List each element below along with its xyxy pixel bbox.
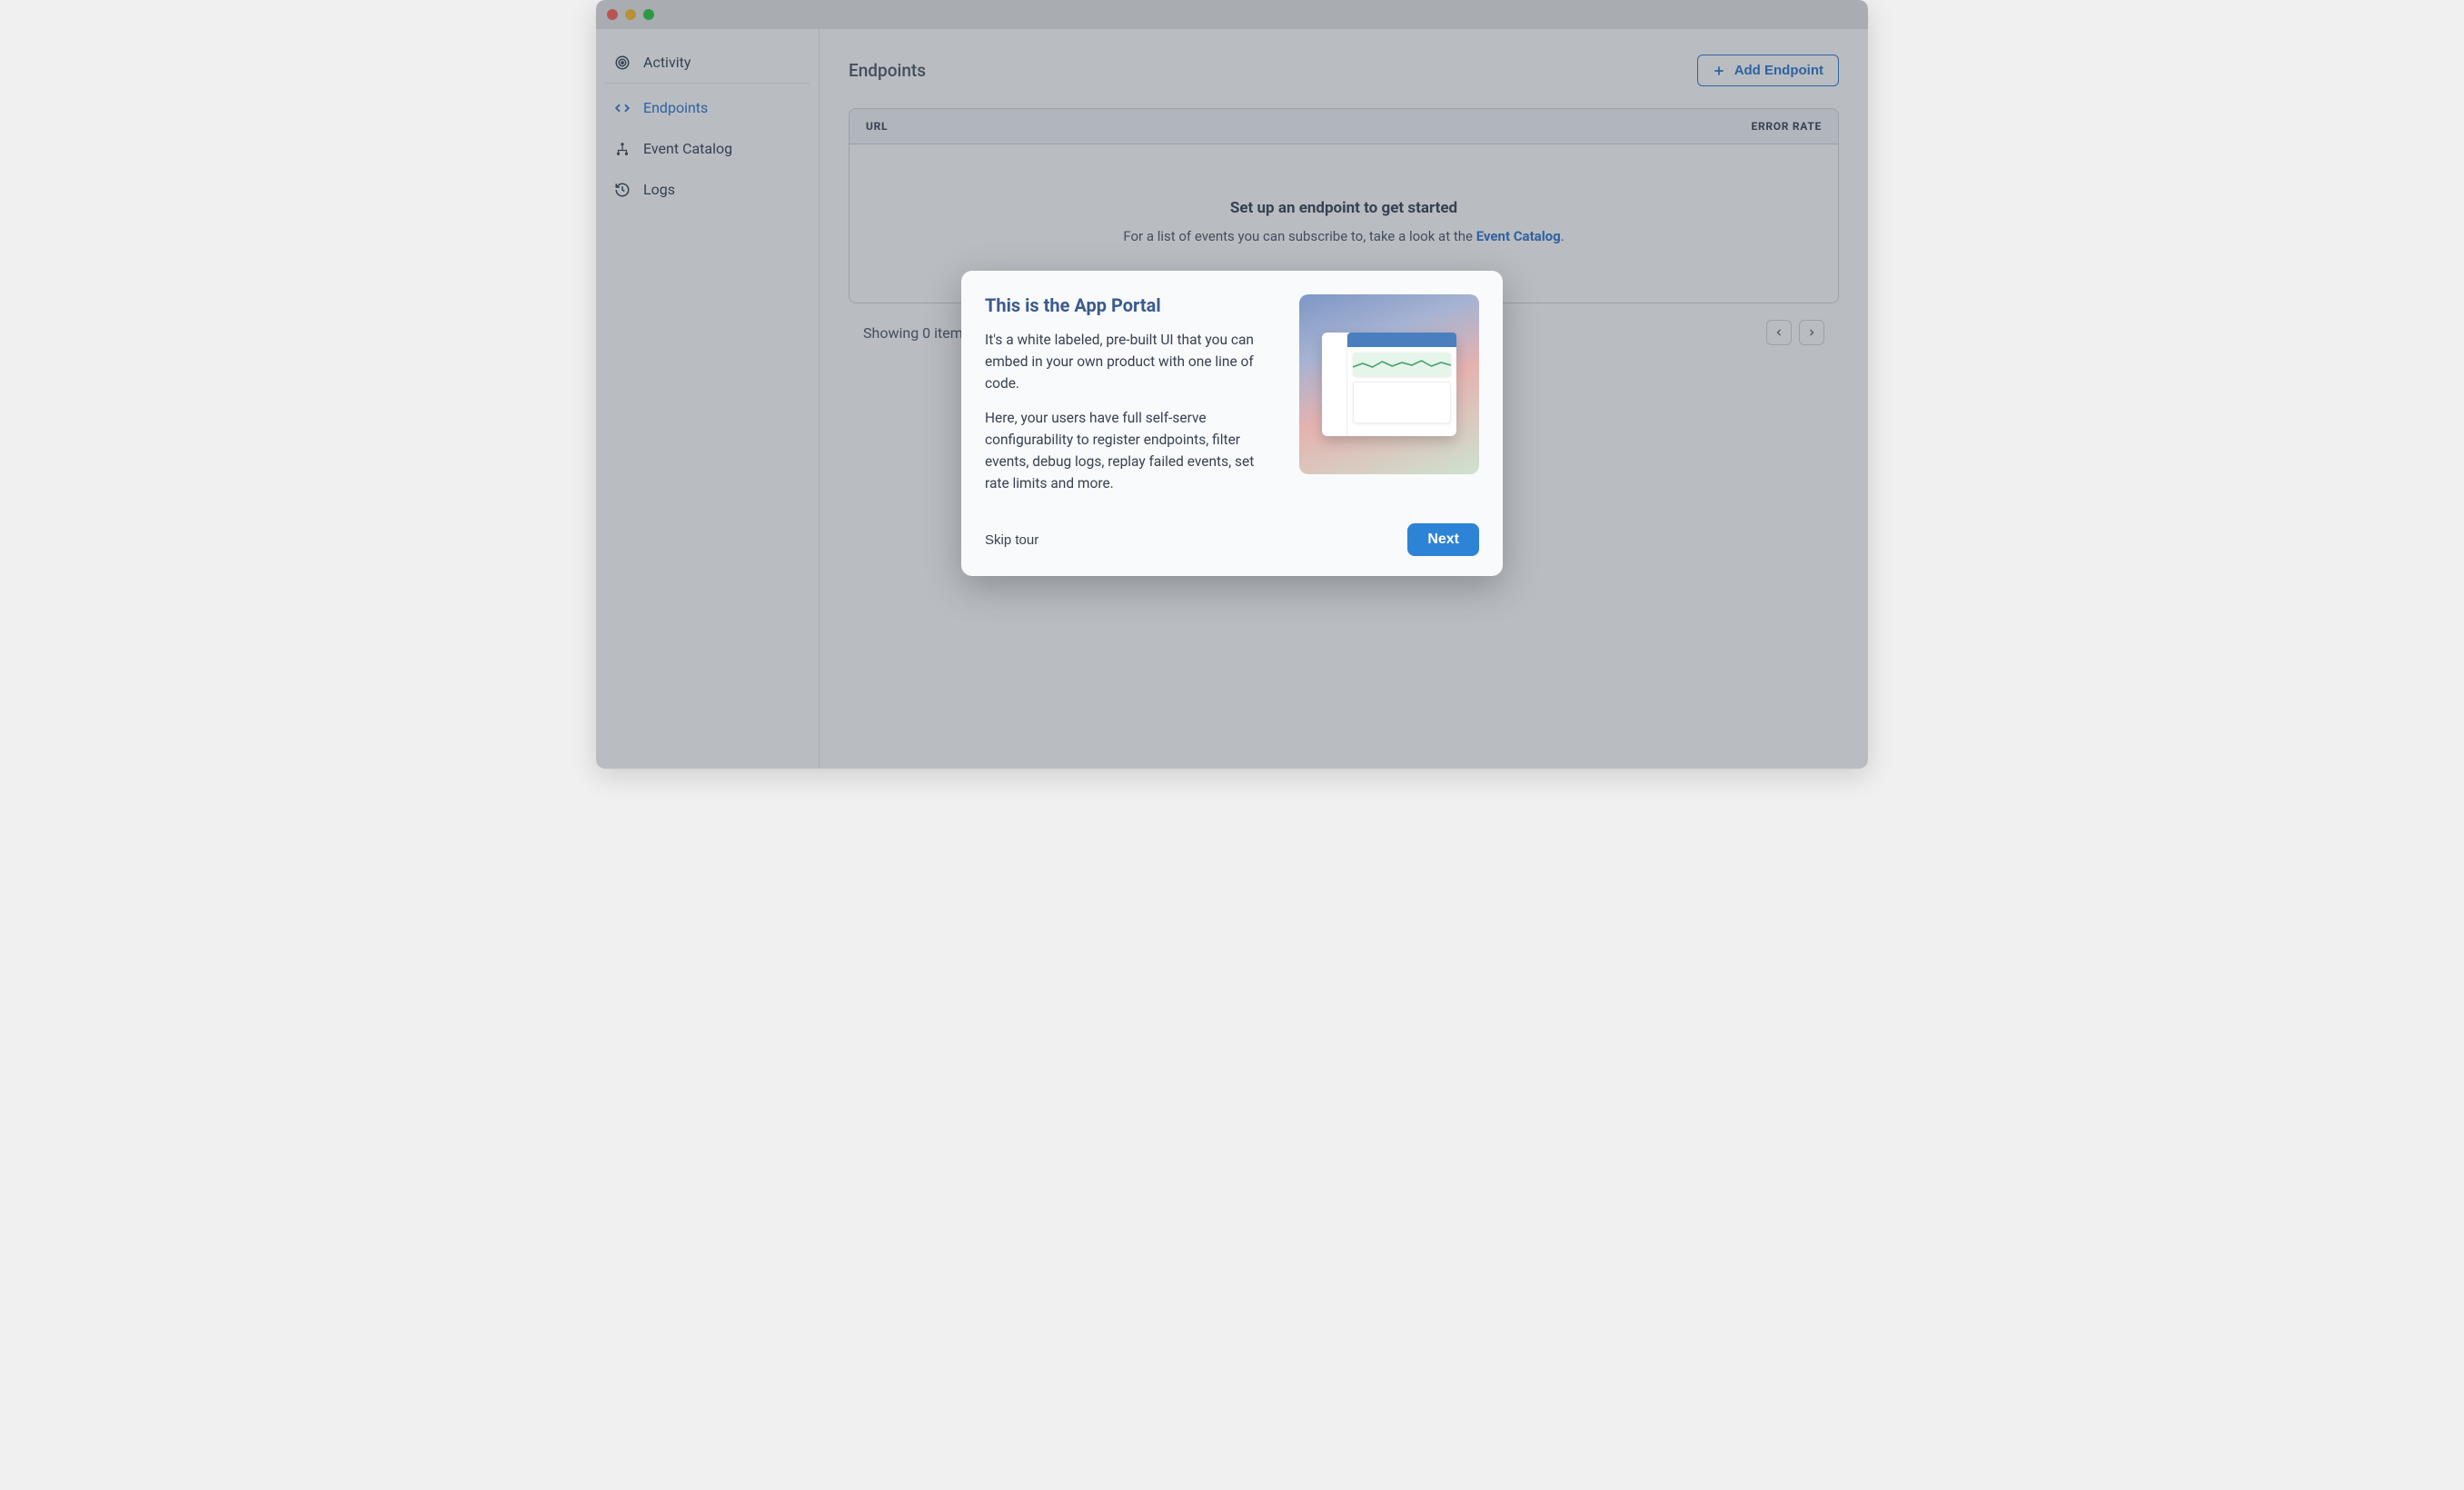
modal-title: This is the App Portal <box>985 294 1277 316</box>
app-window: Activity Endpoints Event Catalog Logs En… <box>596 0 1868 769</box>
sparkline-icon <box>1353 353 1451 376</box>
skip-tour-button[interactable]: Skip tour <box>985 529 1038 551</box>
modal-illustration <box>1299 294 1479 474</box>
tour-modal: This is the App Portal It's a white labe… <box>961 271 1503 576</box>
modal-paragraph-2: Here, your users have full self-serve co… <box>985 407 1277 494</box>
modal-paragraph-1: It's a white labeled, pre-built UI that … <box>985 329 1277 394</box>
illustration-mini-window <box>1322 333 1456 436</box>
next-button[interactable]: Next <box>1407 523 1479 556</box>
